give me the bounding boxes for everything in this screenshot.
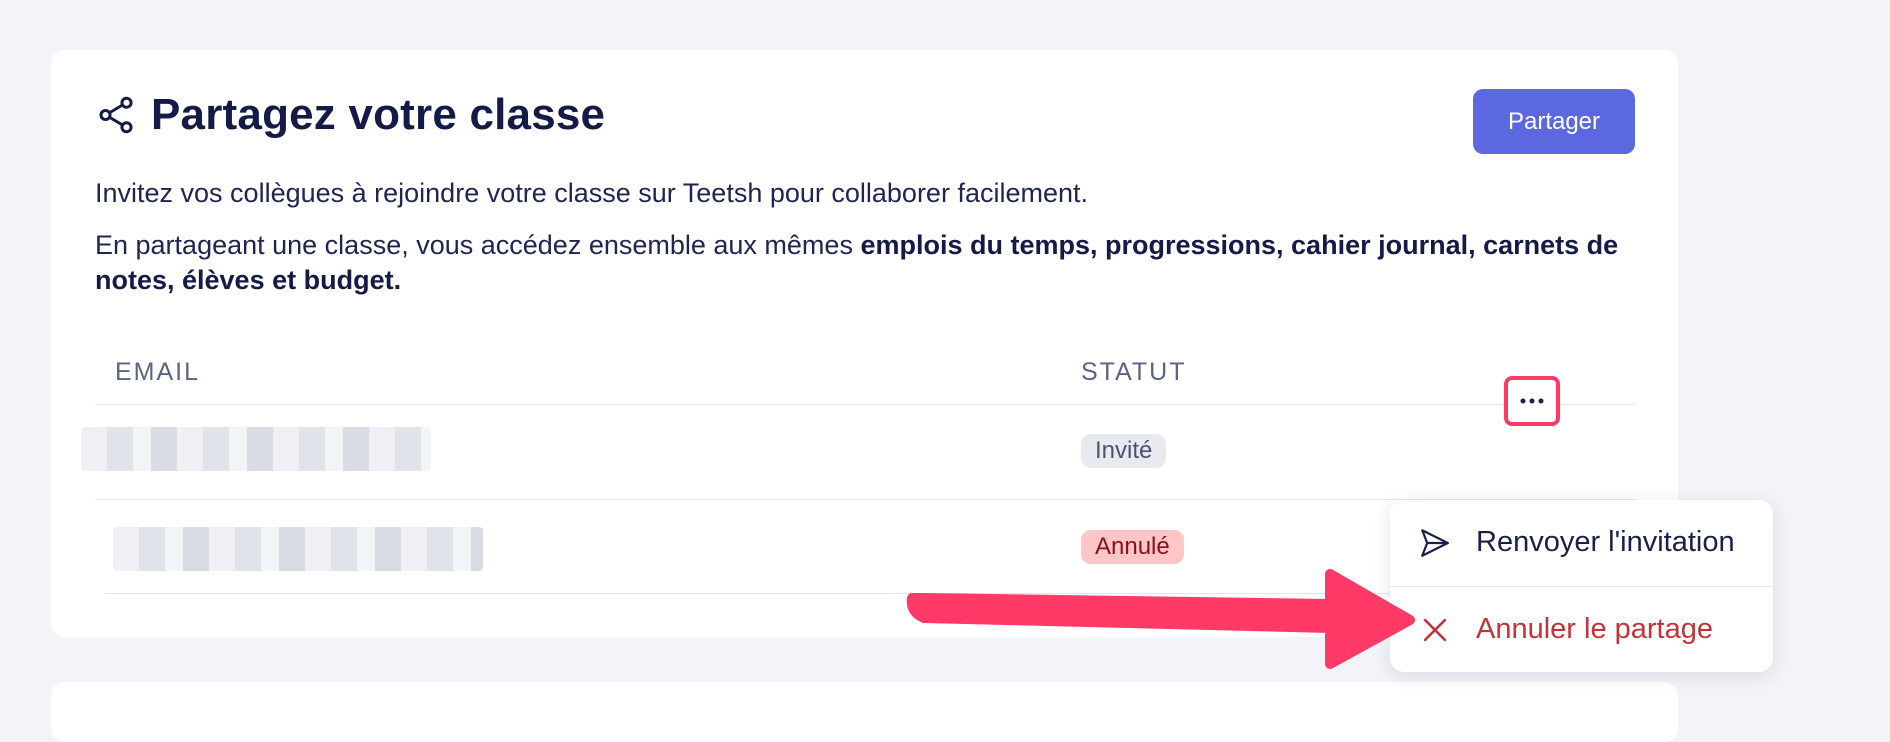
status-badge: Invité: [1081, 434, 1167, 468]
status-badge: Annulé: [1081, 530, 1184, 564]
redacted-email: [81, 427, 431, 471]
next-card: [51, 682, 1678, 742]
redacted-email: [113, 527, 483, 571]
menu-item-cancel-sharing[interactable]: Annuler le partage: [1390, 587, 1773, 672]
menu-item-resend-invitation[interactable]: Renvoyer l'invitation: [1390, 500, 1773, 585]
more-dots-icon: [1520, 398, 1544, 404]
page-title: Partagez votre classe: [151, 90, 606, 139]
more-options-button[interactable]: [1504, 376, 1560, 426]
column-header-email: EMAIL: [115, 358, 201, 386]
menu-item-label: Annuler le partage: [1476, 613, 1713, 645]
context-menu: Renvoyer l'invitation Annuler le partage: [1390, 500, 1773, 672]
share-icon: [99, 96, 133, 134]
share-button[interactable]: Partager: [1473, 89, 1635, 154]
card-header: Partagez votre classe: [95, 90, 605, 140]
column-header-status: STATUT: [1081, 358, 1187, 386]
send-icon: [1421, 528, 1449, 557]
details-text: En partageant une classe, vous accédez e…: [95, 228, 1655, 298]
menu-item-label: Renvoyer l'invitation: [1476, 526, 1735, 558]
close-icon: [1423, 618, 1447, 641]
intro-text: Invitez vos collègues à rejoindre votre …: [95, 178, 1089, 208]
details-prefix: En partageant une classe, vous accédez e…: [95, 230, 861, 260]
table-header-divider: [95, 404, 1635, 405]
